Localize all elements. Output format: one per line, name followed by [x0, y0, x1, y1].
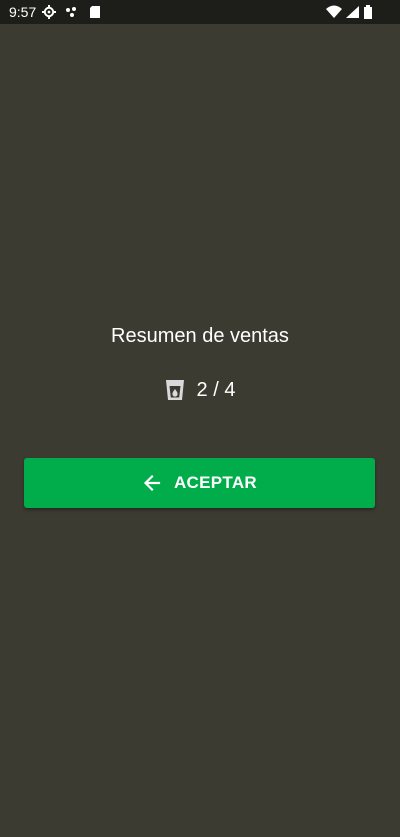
signal-icon [345, 5, 359, 19]
main-content: Resumen de ventas 2 / 4 ACEPTAR [0, 24, 400, 837]
sd-card-icon [88, 5, 102, 19]
wifi-icon [326, 5, 342, 19]
accept-button[interactable]: ACEPTAR [24, 458, 375, 508]
summary-title: Resumen de ventas [111, 325, 289, 347]
arrow-left-icon [142, 473, 162, 493]
battery-icon [363, 5, 373, 19]
glass-icon [165, 378, 185, 402]
app-screen: 9:57 Resumen de ventas 2 / 4 ACEPTAR [0, 0, 400, 837]
dots-icon [65, 5, 79, 19]
settings-icon [42, 5, 56, 19]
sales-count: 2 / 4 [196, 379, 236, 401]
status-time: 9:57 [9, 4, 37, 20]
accept-button-label: ACEPTAR [173, 473, 257, 492]
sales-count-row: 2 / 4 [0, 377, 400, 403]
status-bar: 9:57 [0, 0, 400, 24]
